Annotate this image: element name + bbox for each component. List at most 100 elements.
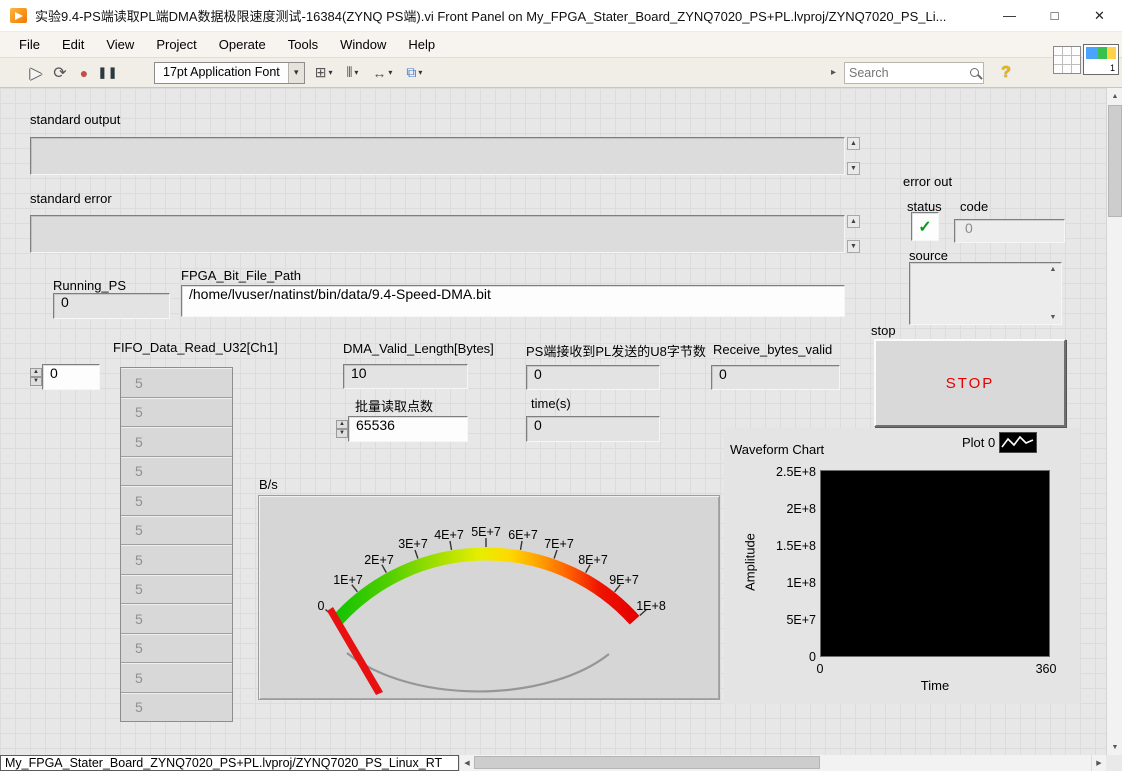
batch-points-value: 65536 (356, 417, 395, 433)
array-element[interactable]: 5 (121, 604, 232, 634)
maximize-button[interactable]: □ (1032, 0, 1077, 31)
running-ps-box[interactable]: 0 (53, 293, 170, 319)
menu-file[interactable]: File (8, 32, 51, 57)
scroll-up-icon[interactable]: ▲ (1107, 88, 1122, 104)
gauge-tick-label: 6E+7 (508, 528, 538, 542)
pause-button[interactable]: ❚❚ (96, 61, 120, 85)
batch-points-box[interactable]: 65536 (348, 416, 468, 442)
menu-project[interactable]: Project (145, 32, 207, 57)
search-input[interactable] (849, 65, 970, 80)
plot-legend[interactable]: Plot 0 (962, 432, 1038, 453)
array-element[interactable]: 5 (121, 545, 232, 575)
batch-points-control[interactable]: ▲ ▼ 65536 (336, 416, 468, 442)
array-element[interactable]: 5 (121, 486, 232, 516)
array-element-value: 5 (135, 610, 143, 627)
run-continuous-button[interactable]: ⟳ (48, 61, 72, 85)
receive-valid-box[interactable]: 0 (711, 365, 840, 390)
scroll-right-icon[interactable]: ▶ (1091, 755, 1106, 771)
standard-error-label: standard error (30, 191, 112, 206)
close-button[interactable]: ✕ (1077, 0, 1122, 31)
running-ps-label: Running_PS (53, 278, 126, 293)
search-box[interactable] (844, 61, 984, 84)
align-objects-button[interactable]: ⊞ ▾ (311, 62, 337, 84)
stop-button-text: STOP (945, 374, 995, 392)
help-icon: ? (1001, 63, 1011, 81)
standard-output-box[interactable] (30, 137, 845, 175)
fifo-index-box[interactable]: 0 (42, 364, 100, 390)
batch-spinner[interactable]: ▲ ▼ (336, 416, 348, 442)
error-status-box[interactable]: ✓ (911, 212, 939, 241)
scroll-down-icon[interactable]: ▼ (1047, 314, 1059, 321)
minimize-button[interactable]: — (987, 0, 1032, 31)
help-button[interactable]: ? (994, 61, 1018, 85)
amplitude-axis-label: Amplitude (742, 533, 758, 591)
menu-help[interactable]: Help (397, 32, 446, 57)
spin-up-icon[interactable]: ▲ (30, 368, 42, 377)
dma-length-value: 10 (351, 365, 367, 381)
scroll-up-icon[interactable]: ▲ (847, 215, 860, 228)
array-element[interactable]: 5 (121, 515, 232, 545)
ps-received-box[interactable]: 0 (526, 365, 660, 390)
abort-icon: ● (79, 64, 89, 81)
array-element[interactable]: 5 (121, 368, 232, 398)
chevron-down-icon: ▾ (287, 62, 304, 83)
y-tick-label: 5E+7 (786, 613, 816, 627)
v-scroll-thumb[interactable] (1108, 105, 1122, 217)
context-path-box[interactable]: My_FPGA_Stater_Board_ZYNQ7020_PS+PL.lvpr… (0, 755, 459, 771)
plot-legend-icon (999, 432, 1038, 453)
font-selector[interactable]: 17pt Application Font ▾ (154, 61, 305, 84)
standard-error-box[interactable] (30, 215, 845, 253)
time-box[interactable]: 0 (526, 416, 660, 442)
connector-pane-icon[interactable] (1053, 46, 1081, 74)
receive-valid-label: Receive_bytes_valid (713, 342, 833, 357)
run-button[interactable]: ▶ (24, 61, 48, 85)
stop-button[interactable]: STOP (874, 339, 1066, 427)
chevron-down-icon: ▾ (388, 68, 393, 77)
pause-icon: ❚❚ (97, 67, 119, 79)
error-source-box[interactable]: ▲ ▼ (909, 262, 1062, 325)
dma-length-box[interactable]: 10 (343, 364, 468, 389)
menu-window[interactable]: Window (329, 32, 397, 57)
resize-objects-button[interactable]: ↔ ▾ (368, 62, 396, 84)
menu-view[interactable]: View (95, 32, 145, 57)
spin-up-icon[interactable]: ▲ (336, 420, 348, 429)
vi-icon[interactable]: 1 (1083, 44, 1119, 75)
error-code-box[interactable]: 0 (954, 219, 1065, 243)
gauge-shadow-arc (346, 652, 610, 693)
fifo-index-control[interactable]: ▲ ▼ 0 (30, 364, 100, 390)
array-element[interactable]: 5 (121, 633, 232, 663)
chart-plot-area (820, 470, 1050, 657)
scroll-left-icon[interactable]: ◀ (459, 755, 474, 771)
fpga-path-box[interactable]: /home/lvuser/natinst/bin/data/9.4-Speed-… (181, 285, 845, 317)
array-element[interactable]: 5 (121, 427, 232, 457)
scroll-down-icon[interactable]: ▼ (847, 162, 860, 175)
array-element[interactable]: 5 (121, 663, 232, 693)
gauge-needle (327, 607, 383, 695)
scroll-down-icon[interactable]: ▼ (1107, 739, 1122, 755)
gauge-tick-label: 8E+7 (578, 553, 608, 567)
check-icon: ✓ (918, 218, 932, 236)
menu-tools[interactable]: Tools (277, 32, 329, 57)
array-element[interactable]: 5 (121, 456, 232, 486)
menu-edit[interactable]: Edit (51, 32, 95, 57)
array-element[interactable]: 5 (121, 574, 232, 604)
array-element[interactable]: 5 (121, 692, 232, 721)
horizontal-scrollbar[interactable] (474, 755, 1091, 771)
menu-operate[interactable]: Operate (208, 32, 277, 57)
scroll-down-icon[interactable]: ▼ (847, 240, 860, 253)
scroll-up-icon[interactable]: ▲ (1047, 266, 1059, 273)
reorder-button[interactable]: ⧉ ▾ (402, 62, 426, 84)
spin-down-icon[interactable]: ▼ (30, 377, 42, 386)
h-scroll-thumb[interactable] (474, 756, 820, 769)
toolbar: ▶ ⟳ ● ❚❚ 17pt Application Font ▾ ⊞ ▾ ⫴ ▾… (0, 58, 1122, 88)
gauge-tick-label: 0 (317, 599, 325, 613)
array-element[interactable]: 5 (121, 397, 232, 427)
spin-down-icon[interactable]: ▼ (336, 429, 348, 438)
distribute-objects-button[interactable]: ⫴ ▾ (343, 62, 363, 84)
abort-button[interactable]: ● (72, 61, 96, 85)
index-spinner[interactable]: ▲ ▼ (30, 364, 42, 390)
vertical-scrollbar[interactable]: ▲ ▼ (1106, 88, 1122, 755)
toolbar-expand-icon[interactable]: ▸ (831, 67, 836, 78)
receive-valid-value: 0 (719, 366, 727, 382)
scroll-up-icon[interactable]: ▲ (847, 137, 860, 150)
